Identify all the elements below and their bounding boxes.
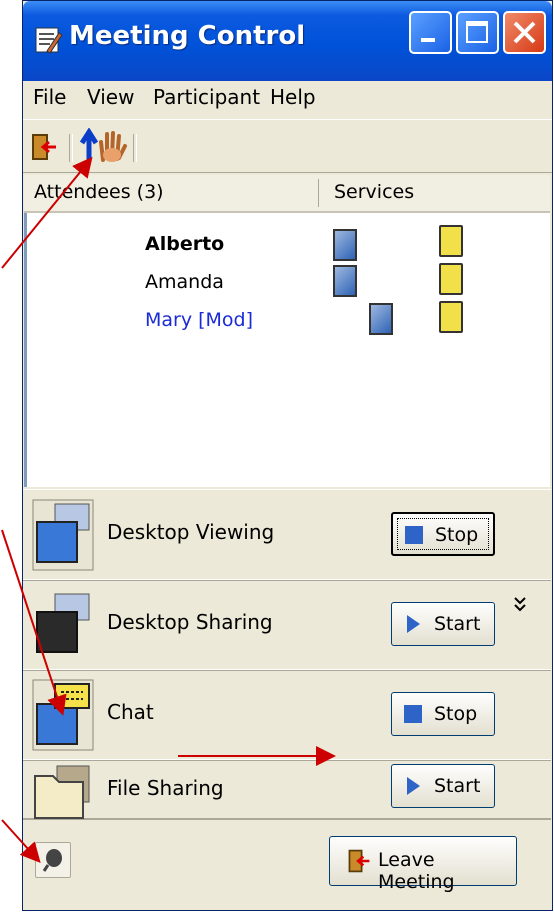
annotation-arrow bbox=[1, 156, 93, 269]
annotation-arrow bbox=[1, 819, 41, 863]
annotation-overlay bbox=[1, 156, 336, 863]
annotation-arrow bbox=[1, 529, 67, 716]
